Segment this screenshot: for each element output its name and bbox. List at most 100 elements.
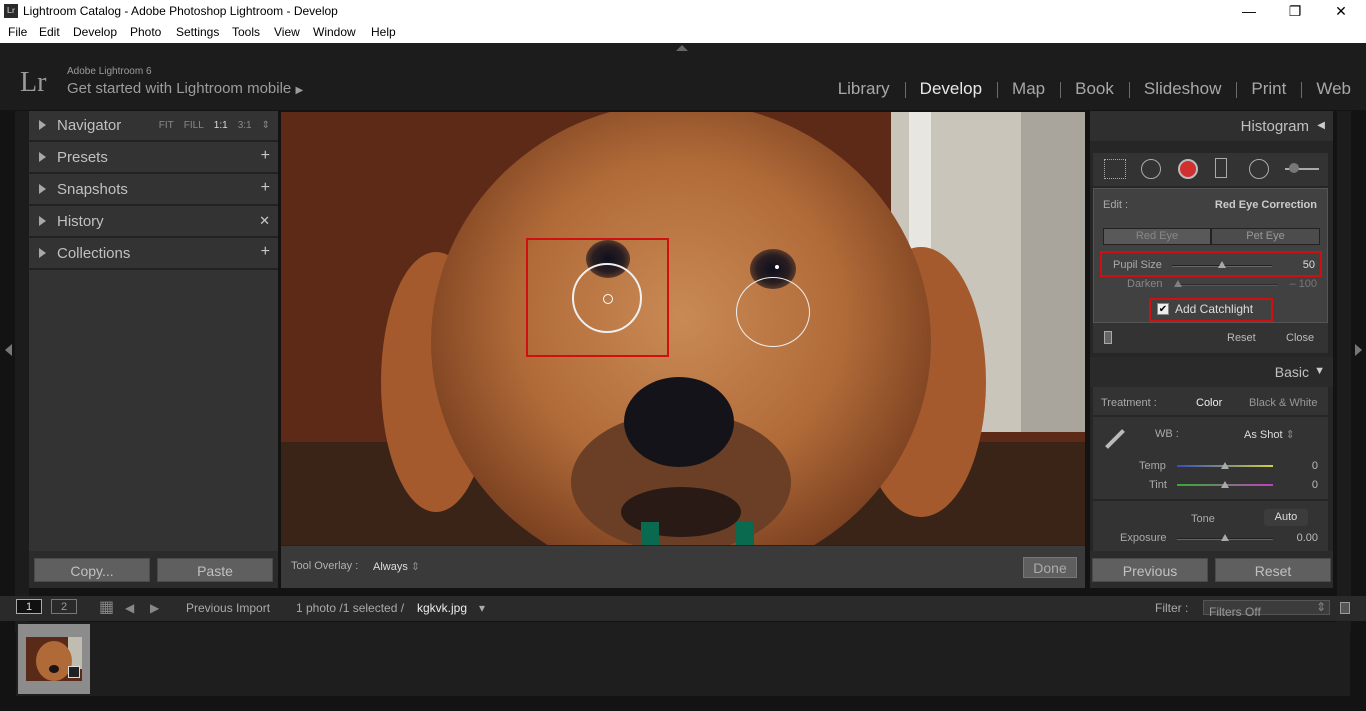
basic-header[interactable]: Basic ▼ [1090, 357, 1333, 387]
menu-help[interactable]: Help [371, 25, 396, 39]
temp-value[interactable]: 0 [1312, 460, 1318, 472]
module-print[interactable]: Print [1236, 79, 1301, 101]
panel-switch-icon[interactable] [1104, 331, 1112, 344]
graduated-filter-icon[interactable] [1215, 158, 1227, 178]
module-slideshow[interactable]: Slideshow [1128, 79, 1237, 101]
pupil-size-thumb[interactable] [1218, 261, 1226, 268]
reset-button[interactable]: Reset [1215, 558, 1331, 582]
zoom-3-1[interactable]: 3:1 [238, 120, 252, 131]
filter-lock-icon[interactable] [1340, 602, 1350, 614]
redeye-tool-icon[interactable] [1178, 159, 1198, 179]
filmstrip-source[interactable]: Previous Import [186, 601, 270, 615]
catchlight-label[interactable]: Add Catchlight [1175, 302, 1253, 316]
paste-button[interactable]: Paste [157, 558, 273, 582]
done-button[interactable]: Done [1023, 557, 1077, 578]
presets-header[interactable]: Presets + [29, 143, 278, 174]
filter-label: Filter : [1155, 601, 1189, 615]
copy-button[interactable]: Copy... [34, 558, 150, 582]
history-header[interactable]: History ✕ [29, 207, 278, 238]
back-arrow-icon[interactable]: ◀ [125, 601, 134, 615]
navigator-header[interactable]: Navigator FIT FILL 1:1 3:1 ⇕ [29, 111, 278, 142]
wb-select[interactable]: As Shot ⇕ [1244, 428, 1295, 441]
edit-mode: Red Eye Correction [1214, 199, 1317, 211]
filmstrip [16, 622, 1350, 696]
eyedropper-icon[interactable] [1105, 429, 1125, 449]
auto-tone-button[interactable]: Auto [1264, 509, 1308, 526]
menu-photo[interactable]: Photo [130, 25, 161, 39]
menu-file[interactable]: File [8, 25, 27, 39]
module-book[interactable]: Book [1060, 79, 1129, 101]
edit-close-button[interactable]: Close [1286, 332, 1314, 344]
crop-tool-icon[interactable] [1104, 159, 1126, 179]
collapse-top-arrow-icon[interactable] [676, 45, 688, 51]
tab-red-eye[interactable]: Red Eye [1103, 228, 1211, 245]
previous-button[interactable]: Previous [1092, 558, 1208, 582]
add-preset-icon[interactable]: + [261, 147, 270, 165]
restore-button[interactable]: ❐ [1272, 0, 1318, 23]
zoom-stepper-icon[interactable]: ⇕ [262, 120, 270, 131]
exposure-value[interactable]: 0.00 [1297, 532, 1318, 544]
spot-removal-icon[interactable] [1141, 159, 1161, 179]
bottom-edge[interactable] [0, 699, 1366, 711]
filmstrip-thumbnail[interactable] [18, 624, 90, 694]
crosshair-icon[interactable] [603, 294, 613, 304]
primary-window-button[interactable]: 1 [16, 599, 42, 614]
menu-window[interactable]: Window [313, 25, 356, 39]
collections-header[interactable]: Collections + [29, 239, 278, 270]
tint-value[interactable]: 0 [1312, 479, 1318, 491]
redeye-selection-circle-right[interactable] [736, 277, 810, 347]
filename-dropdown-icon[interactable]: ▾ [479, 601, 485, 615]
add-collection-icon[interactable]: + [261, 243, 270, 261]
grid-view-icon[interactable]: ▦ [99, 597, 114, 617]
zoom-fill[interactable]: FILL [184, 120, 204, 131]
histogram-header[interactable]: Histogram ◀ [1090, 111, 1333, 141]
darken-slider[interactable] [1178, 284, 1278, 286]
darken-thumb[interactable] [1174, 280, 1182, 287]
wb-value: As Shot [1244, 429, 1283, 441]
treatment-color-button[interactable]: Color [1196, 397, 1222, 409]
menu-edit[interactable]: Edit [39, 25, 60, 39]
temp-thumb[interactable] [1221, 462, 1229, 469]
left-panel-edge[interactable] [15, 111, 29, 631]
right-panel: Histogram ◀ Edit : Red Eye Correction Re… [1090, 111, 1333, 588]
menu-tools[interactable]: Tools [232, 25, 260, 39]
collapse-arrow-icon[interactable]: ◀ [1317, 120, 1325, 131]
treatment-label: Treatment : [1101, 397, 1157, 409]
module-develop[interactable]: Develop [904, 79, 997, 101]
zoom-1-1[interactable]: 1:1 [214, 120, 228, 131]
photo-canvas[interactable] [281, 112, 1085, 545]
current-filename[interactable]: kgkvk.jpg [417, 601, 467, 615]
left-collapse-arrow-icon[interactable] [5, 344, 12, 356]
histogram-title: Histogram [1240, 118, 1309, 135]
module-web[interactable]: Web [1301, 79, 1366, 101]
pupil-size-value[interactable]: 50 [1303, 259, 1315, 271]
menu-settings[interactable]: Settings [176, 25, 219, 39]
right-panel-edge[interactable] [1337, 111, 1351, 631]
exposure-thumb[interactable] [1221, 534, 1229, 541]
collapse-arrow-icon[interactable]: ▼ [1314, 365, 1325, 377]
close-button[interactable]: ✕ [1318, 0, 1364, 23]
radial-filter-icon[interactable] [1249, 159, 1269, 179]
right-collapse-arrow-icon[interactable] [1355, 344, 1362, 356]
menu-develop[interactable]: Develop [73, 25, 117, 39]
snapshots-header[interactable]: Snapshots + [29, 175, 278, 206]
filter-select[interactable]: Filters Off ⇕ [1203, 600, 1330, 619]
updown-arrow-icon: ⇕ [410, 561, 421, 573]
develop-badge-icon [68, 666, 80, 678]
tint-thumb[interactable] [1221, 481, 1229, 488]
add-snapshot-icon[interactable]: + [261, 179, 270, 197]
tool-overlay-select[interactable]: Always ⇕ [373, 560, 420, 573]
secondary-window-button[interactable]: 2 [51, 599, 77, 614]
clear-history-icon[interactable]: ✕ [259, 213, 270, 229]
forward-arrow-icon[interactable]: ▶ [150, 601, 159, 615]
treatment-bw-button[interactable]: Black & White [1249, 397, 1317, 409]
module-library[interactable]: Library [823, 79, 905, 101]
menu-view[interactable]: View [274, 25, 300, 39]
mobile-promo-link[interactable]: Get started with Lightroom mobile ▶ [67, 80, 303, 97]
edit-reset-button[interactable]: Reset [1227, 332, 1256, 344]
module-map[interactable]: Map [997, 79, 1060, 101]
catchlight-checkbox[interactable]: ✔ [1157, 303, 1169, 315]
minimize-button[interactable]: — [1226, 0, 1272, 23]
tab-pet-eye[interactable]: Pet Eye [1211, 228, 1320, 245]
zoom-fit[interactable]: FIT [159, 120, 174, 131]
